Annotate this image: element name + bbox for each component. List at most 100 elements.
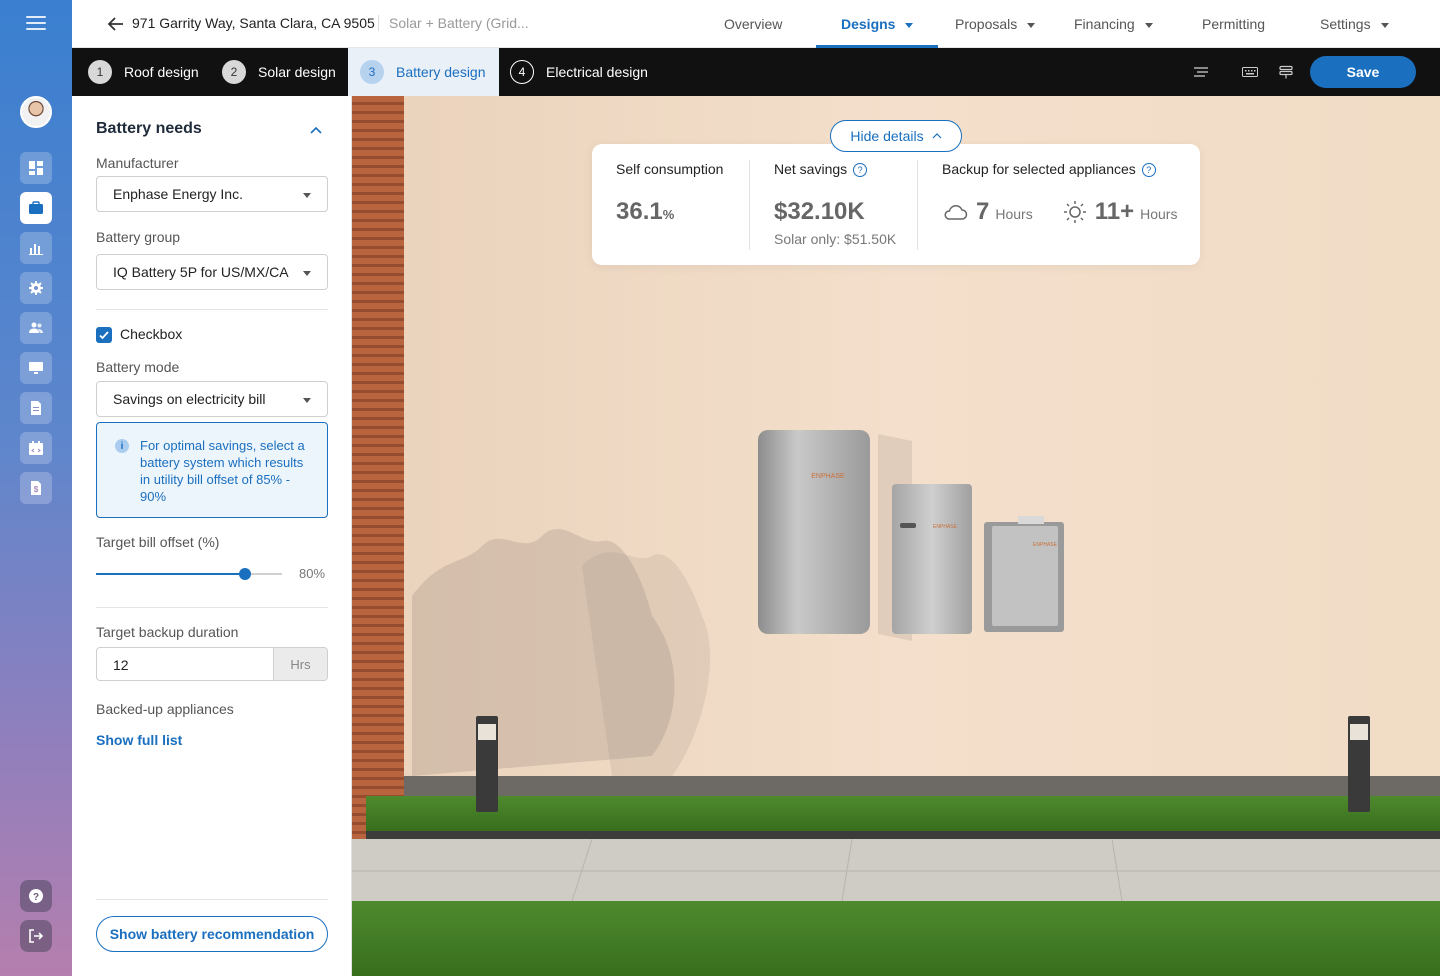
wood-slat-line: [352, 120, 404, 123]
step-electrical-design[interactable]: 4 Electrical design: [510, 48, 648, 96]
wood-slat-line: [352, 435, 404, 438]
battery-mode-select[interactable]: Savings on electricity bill: [96, 381, 328, 417]
show-battery-recommendation-button[interactable]: Show battery recommendation: [96, 916, 328, 952]
chart-icon[interactable]: [20, 232, 52, 264]
logout-icon[interactable]: [20, 920, 52, 952]
slider-handle[interactable]: [238, 568, 251, 580]
checkbox[interactable]: [96, 327, 112, 343]
wood-slat-line: [352, 777, 404, 780]
briefcase-icon[interactable]: [20, 192, 52, 224]
wood-slat-line: [352, 786, 404, 789]
wood-slat-line: [352, 723, 404, 726]
wood-slat-line: [352, 264, 404, 267]
help-icon[interactable]: ?: [20, 880, 52, 912]
backed-up-appliances-label: Backed-up appliances: [96, 701, 234, 717]
wood-slat-line: [352, 588, 404, 591]
divider: [96, 899, 328, 900]
layers-icon[interactable]: [1277, 64, 1295, 80]
nav-financing[interactable]: Financing: [1074, 0, 1153, 48]
check-icon: [99, 331, 109, 340]
hide-details-button[interactable]: Hide details: [830, 120, 962, 152]
wood-slat-line: [352, 525, 404, 528]
project-name[interactable]: Solar + Battery (Grid...: [378, 15, 529, 31]
backup-duration-input[interactable]: 12 Hrs: [96, 647, 328, 681]
nav-designs[interactable]: Designs: [816, 0, 939, 48]
back-arrow-icon[interactable]: [106, 14, 126, 34]
wood-slat-line: [352, 606, 404, 609]
chevron-up-icon[interactable]: [310, 126, 322, 134]
step-battery-design[interactable]: 3 Battery design: [348, 48, 499, 96]
show-full-list-link[interactable]: Show full list: [96, 732, 182, 748]
wood-slat-line: [352, 111, 404, 114]
wood-slat-line: [352, 102, 404, 105]
save-button[interactable]: Save: [1310, 56, 1416, 88]
wood-slat-line: [352, 228, 404, 231]
dashboard-icon[interactable]: [20, 152, 52, 184]
enphase-brand-text: ENPHASE: [811, 473, 845, 480]
wood-slat-line: [352, 741, 404, 744]
wood-slat-line: [352, 507, 404, 510]
calendar-icon[interactable]: [20, 432, 52, 464]
gear-icon[interactable]: [20, 272, 52, 304]
keyboard-icon[interactable]: [1241, 64, 1259, 80]
wood-slat-line: [352, 363, 404, 366]
nav-proposals[interactable]: Proposals: [955, 0, 1036, 48]
target-backup-label: Target backup duration: [96, 624, 239, 640]
list-icon[interactable]: [1192, 64, 1210, 80]
nav-settings[interactable]: Settings: [1320, 0, 1389, 48]
divider: [96, 607, 328, 608]
document-icon[interactable]: [20, 392, 52, 424]
wood-slat-line: [352, 300, 404, 303]
battery-group-select[interactable]: IQ Battery 5P for US/MX/CA: [96, 254, 328, 290]
wood-slat-line: [352, 345, 404, 348]
wood-slat-line: [352, 705, 404, 708]
wood-slat-line: [352, 597, 404, 600]
step-roof-design[interactable]: 1 Roof design: [88, 48, 199, 96]
wood-slat-line: [352, 552, 404, 555]
wood-slat-line: [352, 759, 404, 762]
details-card: Self consumption 36.1% Net savings? $32.…: [592, 144, 1200, 265]
wood-slat-line: [352, 678, 404, 681]
wood-slat-line: [352, 255, 404, 258]
wood-slat-line: [352, 183, 404, 186]
wood-slat-line: [352, 516, 404, 519]
wood-slat-line: [352, 390, 404, 393]
chevron-up-icon: [932, 133, 942, 139]
manufacturer-label: Manufacturer: [96, 155, 179, 171]
wood-slat-line: [352, 687, 404, 690]
self-consumption-value: 36.1%: [616, 198, 675, 225]
backup-values: 7 Hours 11+ Hours: [942, 198, 1177, 226]
slider-value: 80%: [299, 566, 326, 581]
help-circle-icon[interactable]: ?: [853, 163, 868, 177]
wood-slat-line: [352, 579, 404, 582]
monitor-icon[interactable]: [20, 352, 52, 384]
dropdown-caret-icon: [303, 193, 311, 198]
nav-permitting[interactable]: Permitting: [1202, 0, 1265, 48]
app-rail: $ ?: [0, 0, 72, 976]
wood-slat-line: [352, 489, 404, 492]
wood-slat-line: [352, 480, 404, 483]
battery-group-label: Battery group: [96, 229, 181, 245]
battery-needs-panel: Battery needs Manufacturer Enphase Energ…: [72, 96, 352, 976]
top-bar: 971 Garrity Way, Santa Clara, CA 9505 So…: [72, 0, 1440, 48]
target-bill-offset-slider[interactable]: [96, 568, 282, 580]
design-step-bar: 1 Roof design 2 Solar design 3 Battery desi…: [72, 48, 1440, 96]
info-callout: i For optimal savings, select a battery …: [96, 422, 328, 518]
wood-slat-line: [352, 201, 404, 204]
wood-slat-line: [352, 174, 404, 177]
step-solar-design[interactable]: 2 Solar design: [222, 48, 336, 96]
checkbox-label: Checkbox: [120, 326, 183, 342]
users-icon[interactable]: [20, 312, 52, 344]
net-savings-value: $32.10K: [774, 198, 865, 225]
file-dollar-icon[interactable]: $: [20, 472, 52, 504]
hamburger-menu-icon[interactable]: [26, 16, 46, 32]
nav-overview[interactable]: Overview: [724, 0, 782, 48]
wood-slat-line: [352, 192, 404, 195]
help-circle-icon[interactable]: ?: [1141, 163, 1156, 177]
manufacturer-select[interactable]: Enphase Energy Inc.: [96, 176, 328, 212]
svg-text:$: $: [34, 485, 39, 494]
wood-slat-line: [352, 768, 404, 771]
battery-mode-label: Battery mode: [96, 359, 180, 375]
avatar[interactable]: [20, 96, 52, 128]
chevron-down-icon: [1027, 22, 1036, 28]
